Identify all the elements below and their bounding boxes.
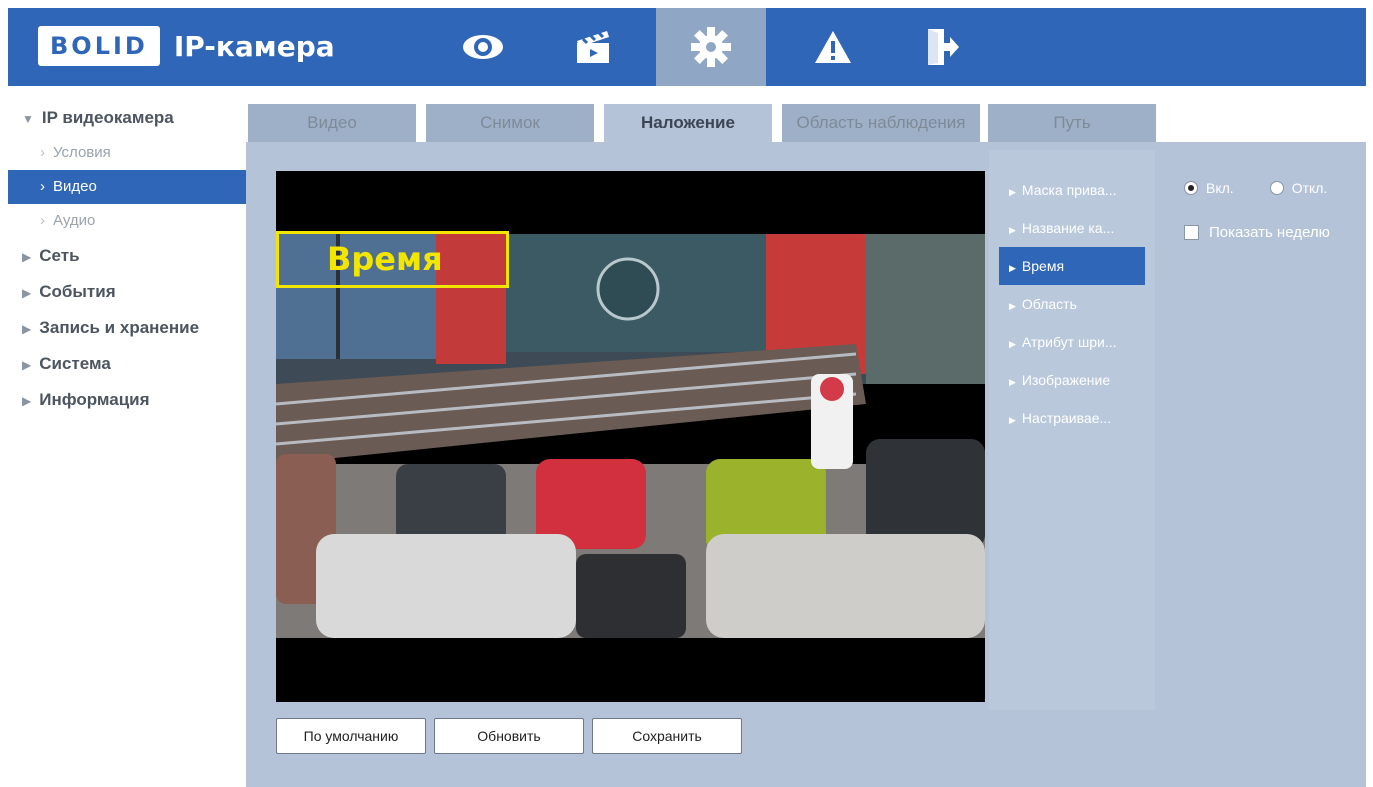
- nav-playback-button[interactable]: [538, 8, 648, 86]
- nav-alarm-button[interactable]: [778, 8, 888, 86]
- triangle-right-icon: ▶: [22, 358, 32, 372]
- sidebar-section-label: Сеть: [39, 246, 80, 265]
- tab-monitoring-area[interactable]: Область наблюдения: [782, 104, 980, 142]
- submenu-item-label: Область: [1021, 296, 1077, 312]
- warning-icon: [815, 31, 851, 63]
- refresh-button[interactable]: Обновить: [434, 718, 584, 754]
- left-sidebar: ▼ IP видеокамера › Условия › Видео › Аудио ▶…: [8, 100, 246, 418]
- brand-logo: BOLID IP-камера: [38, 26, 335, 66]
- radio-on[interactable]: [1184, 181, 1198, 195]
- submenu-item-label: Настраивае...: [1021, 410, 1112, 426]
- top-header-bar: BOLID IP-камера: [8, 8, 1366, 86]
- radio-off[interactable]: [1269, 181, 1284, 195]
- submenu-item-font-attribute[interactable]: ▶ Атрибут шри...: [999, 323, 1145, 361]
- sidebar-section-label: Информация: [39, 390, 150, 409]
- clapperboard-icon: [577, 31, 609, 63]
- sidebar-item-label: Видео: [53, 178, 97, 195]
- triangle-right-icon: ▶: [1009, 263, 1016, 273]
- submenu-item-label: Изображение: [1021, 372, 1111, 388]
- submenu-item-privacy-mask[interactable]: ▶ Маска прива...: [999, 171, 1145, 209]
- submenu-item-image[interactable]: ▶ Изображение: [999, 361, 1145, 399]
- triangle-right-icon: ▶: [22, 250, 32, 264]
- triangle-right-icon: ▶: [1009, 415, 1016, 425]
- triangle-right-icon: ▶: [1009, 225, 1016, 235]
- sidebar-item-video[interactable]: › Видео: [8, 170, 246, 204]
- app-title: IP-камера: [173, 29, 335, 63]
- sidebar-section-storage[interactable]: ▶ Запись и хранение: [8, 310, 246, 346]
- submenu-item-area[interactable]: ▶ Область: [999, 285, 1145, 323]
- enable-radio-group: Вкл. Откл.: [1184, 176, 1330, 200]
- submenu-item-camera-name[interactable]: ▶ Название ка...: [999, 209, 1145, 247]
- show-week-row: Показать неделю: [1184, 224, 1330, 241]
- submenu-item-label: Название ка...: [1021, 220, 1115, 236]
- submenu-item-label: Маска прива...: [1021, 182, 1117, 198]
- submenu-item-time[interactable]: ▶ Время: [999, 247, 1145, 285]
- tab-video[interactable]: Видео: [248, 104, 416, 142]
- triangle-right-icon: ▶: [1009, 301, 1016, 311]
- overlay-submenu: ▶ Маска прива... ▶ Название ка... ▶ Время ▶…: [999, 171, 1145, 437]
- submenu-item-label: Атрибут шри...: [1021, 334, 1117, 350]
- chevron-right-icon: ›: [40, 212, 45, 229]
- chevron-right-icon: ›: [40, 144, 45, 161]
- sidebar-item-conditions[interactable]: › Условия: [8, 136, 246, 170]
- show-week-checkbox[interactable]: [1184, 225, 1199, 240]
- triangle-right-icon: ▶: [1009, 187, 1016, 197]
- sidebar-item-audio[interactable]: › Аудио: [8, 204, 246, 238]
- save-button[interactable]: Сохранить: [592, 718, 742, 754]
- tab-snapshot[interactable]: Снимок: [426, 104, 594, 142]
- sidebar-item-label: Условия: [53, 144, 111, 161]
- radio-off-label: Откл.: [1291, 180, 1328, 196]
- sidebar-section-network[interactable]: ▶ Сеть: [8, 238, 246, 274]
- eye-icon: [463, 35, 503, 59]
- time-overlay-box[interactable]: Время: [276, 231, 509, 288]
- triangle-right-icon: ▶: [1009, 377, 1016, 387]
- bolid-logo: BOLID: [38, 26, 160, 66]
- tab-overlay[interactable]: Наложение: [604, 104, 772, 142]
- sidebar-section-label: Система: [39, 354, 111, 373]
- triangle-right-icon: ▶: [22, 286, 32, 300]
- sidebar-section-label: Запись и хранение: [39, 318, 200, 337]
- camera-scene-image: [276, 234, 985, 638]
- nav-settings-button[interactable]: [656, 8, 766, 86]
- exit-icon: [928, 29, 959, 65]
- sidebar-section-label: IP видеокамера: [41, 108, 174, 127]
- triangle-right-icon: ▶: [1009, 339, 1016, 349]
- submenu-item-custom[interactable]: ▶ Настраивае...: [999, 399, 1145, 437]
- submenu-item-label: Время: [1021, 258, 1065, 274]
- time-overlay-options: Вкл. Откл. Показать неделю: [1184, 176, 1330, 241]
- sidebar-section-events[interactable]: ▶ События: [8, 274, 246, 310]
- sidebar-section-system[interactable]: ▶ Система: [8, 346, 246, 382]
- sidebar-section-information[interactable]: ▶ Информация: [8, 382, 246, 418]
- nav-live-view-button[interactable]: [428, 8, 538, 86]
- sidebar-section-ip-camera[interactable]: ▼ IP видеокамера: [8, 100, 246, 136]
- sidebar-item-label: Аудио: [53, 212, 96, 229]
- triangle-down-icon: ▼: [22, 112, 34, 126]
- tab-path[interactable]: Путь: [988, 104, 1156, 142]
- sidebar-section-label: События: [39, 282, 116, 301]
- triangle-right-icon: ▶: [22, 394, 32, 408]
- default-button[interactable]: По умолчанию: [276, 718, 426, 754]
- radio-on-label: Вкл.: [1206, 180, 1234, 196]
- show-week-label: Показать неделю: [1209, 224, 1330, 241]
- chevron-right-icon: ›: [40, 178, 45, 195]
- nav-logout-button[interactable]: [888, 8, 998, 86]
- triangle-right-icon: ▶: [22, 322, 32, 336]
- gear-icon: [691, 27, 731, 67]
